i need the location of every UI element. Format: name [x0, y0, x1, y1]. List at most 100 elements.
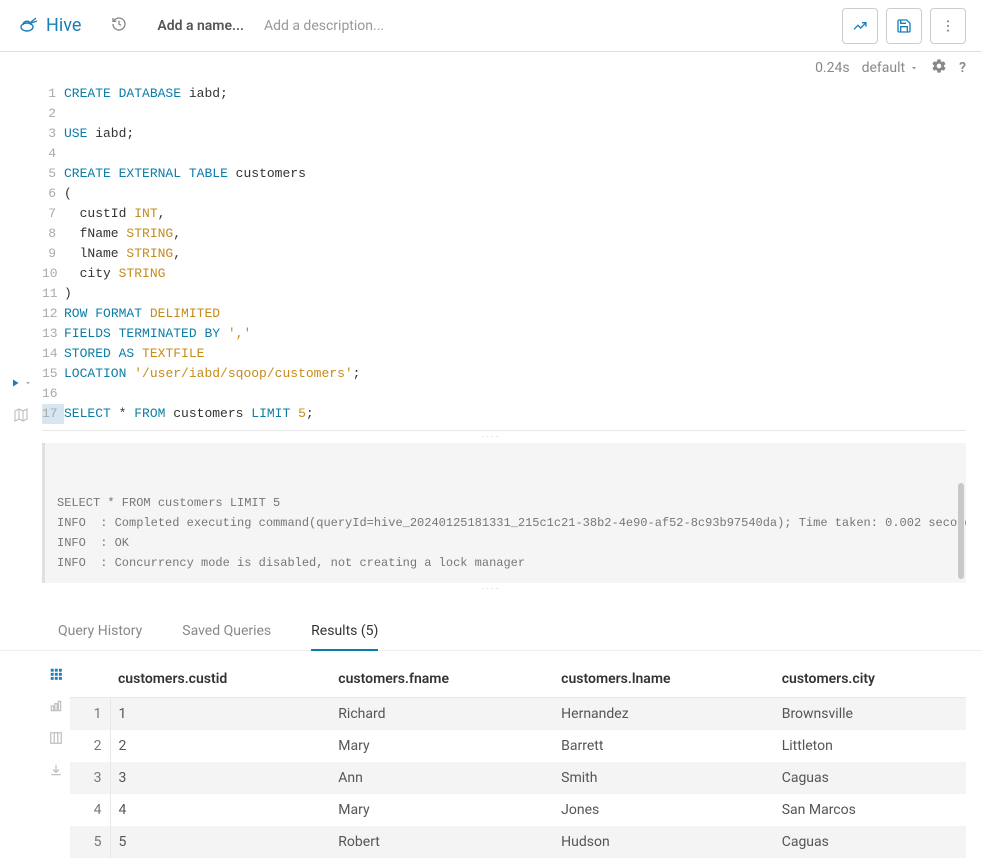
header-actions: [842, 8, 966, 44]
column-header-index[interactable]: [70, 661, 110, 698]
log-line: INFO : Completed executing command(query…: [57, 513, 954, 533]
code-line[interactable]: 3USE iabd;: [42, 124, 966, 144]
description-input[interactable]: Add a description...: [264, 18, 384, 34]
column-header[interactable]: customers.lname: [553, 661, 774, 698]
settings-icon[interactable]: [931, 58, 947, 78]
line-content: STORED AS TEXTFILE: [64, 344, 204, 364]
tab-query-history[interactable]: Query History: [58, 613, 142, 650]
results-table: customers.custidcustomers.fnamecustomers…: [70, 661, 966, 858]
tab-results[interactable]: Results (5): [311, 613, 378, 651]
code-line[interactable]: 6(: [42, 184, 966, 204]
database-selector[interactable]: default: [862, 60, 920, 76]
line-number: 4: [42, 144, 64, 164]
app-name: Hive: [46, 15, 81, 36]
execution-time: 0.24s: [815, 60, 850, 76]
table-cell: Caguas: [774, 826, 966, 858]
run-button[interactable]: [9, 377, 33, 389]
line-content: USE iabd;: [64, 124, 134, 144]
table-cell: Barrett: [553, 730, 774, 762]
line-content: CREATE EXTERNAL TABLE customers: [64, 164, 306, 184]
tab-saved-queries[interactable]: Saved Queries: [182, 613, 271, 650]
columns-icon[interactable]: [49, 731, 63, 749]
table-row[interactable]: 44MaryJonesSan Marcos: [70, 794, 966, 826]
code-line[interactable]: 13FIELDS TERMINATED BY ',': [42, 324, 966, 344]
table-row[interactable]: 11RichardHernandezBrownsville: [70, 698, 966, 731]
editor-toolbar: 0.24s default ?: [0, 52, 982, 84]
line-number: 7: [42, 204, 64, 224]
line-content: fName STRING,: [64, 224, 181, 244]
line-content: ): [64, 284, 72, 304]
line-number: 13: [42, 324, 64, 344]
history-icon[interactable]: [111, 16, 127, 36]
code-line[interactable]: 14STORED AS TEXTFILE: [42, 344, 966, 364]
code-line[interactable]: 11): [42, 284, 966, 304]
line-number: 10: [42, 264, 64, 284]
help-icon[interactable]: ?: [959, 60, 966, 76]
line-content: city STRING: [64, 264, 165, 284]
code-line[interactable]: 9 lName STRING,: [42, 244, 966, 264]
chart-button[interactable]: [842, 8, 878, 44]
column-header[interactable]: customers.fname: [330, 661, 553, 698]
line-number: 2: [42, 104, 64, 124]
table-cell: 1: [110, 698, 330, 731]
row-index: 4: [70, 794, 110, 826]
more-actions-button[interactable]: [930, 8, 966, 44]
save-button[interactable]: [886, 8, 922, 44]
table-cell: 4: [110, 794, 330, 826]
name-input[interactable]: Add a name...: [157, 18, 244, 34]
row-index: 5: [70, 826, 110, 858]
code-line[interactable]: 12ROW FORMAT DELIMITED: [42, 304, 966, 324]
line-number: 1: [42, 84, 64, 104]
code-line[interactable]: 15LOCATION '/user/iabd/sqoop/customers';: [42, 364, 966, 384]
table-cell: Mary: [330, 730, 553, 762]
code-line[interactable]: 2: [42, 104, 966, 124]
code-line[interactable]: 4: [42, 144, 966, 164]
play-icon: [9, 377, 21, 389]
line-number: 9: [42, 244, 64, 264]
vertical-resize-handle[interactable]: ····: [0, 431, 982, 443]
vertical-resize-handle[interactable]: ····: [0, 583, 982, 595]
column-header[interactable]: customers.city: [774, 661, 966, 698]
table-cell: 2: [110, 730, 330, 762]
results-panel: customers.custidcustomers.fnamecustomers…: [0, 651, 982, 868]
line-content: (: [64, 184, 72, 204]
line-number: 14: [42, 344, 64, 364]
column-header[interactable]: customers.custid: [110, 661, 330, 698]
line-content: CREATE DATABASE iabd;: [64, 84, 228, 104]
table-cell: Caguas: [774, 762, 966, 794]
code-line[interactable]: 16: [42, 384, 966, 404]
line-number: 5: [42, 164, 64, 184]
chart-view-icon[interactable]: [49, 699, 63, 717]
code-line[interactable]: 7 custId INT,: [42, 204, 966, 224]
code-line[interactable]: 10 city STRING: [42, 264, 966, 284]
grid-view-icon[interactable]: [49, 667, 63, 685]
explain-icon[interactable]: [13, 407, 29, 427]
table-cell: Littleton: [774, 730, 966, 762]
code-line[interactable]: 17SELECT * FROM customers LIMIT 5;: [42, 404, 966, 424]
editor-gutter: [0, 84, 42, 431]
table-row[interactable]: 22MaryBarrettLittleton: [70, 730, 966, 762]
code-editor[interactable]: 1CREATE DATABASE iabd;23USE iabd;45CREAT…: [42, 84, 966, 431]
log-scrollbar[interactable]: [958, 483, 964, 579]
line-number: 11: [42, 284, 64, 304]
table-cell: 3: [110, 762, 330, 794]
line-number: 15: [42, 364, 64, 384]
line-number: 17: [42, 404, 64, 424]
code-line[interactable]: 8 fName STRING,: [42, 224, 966, 244]
table-cell: Robert: [330, 826, 553, 858]
table-cell: San Marcos: [774, 794, 966, 826]
code-line[interactable]: 1CREATE DATABASE iabd;: [42, 84, 966, 104]
table-cell: Mary: [330, 794, 553, 826]
caret-down-icon: [23, 378, 33, 388]
download-icon[interactable]: [49, 763, 63, 781]
hive-icon: [16, 12, 40, 40]
code-line[interactable]: 5CREATE EXTERNAL TABLE customers: [42, 164, 966, 184]
app-logo: Hive: [16, 12, 81, 40]
app-header: Hive Add a name... Add a description...: [0, 0, 982, 52]
line-content: custId INT,: [64, 204, 165, 224]
row-index: 1: [70, 698, 110, 731]
table-row[interactable]: 33AnnSmithCaguas: [70, 762, 966, 794]
table-row[interactable]: 55RobertHudsonCaguas: [70, 826, 966, 858]
line-content: lName STRING,: [64, 244, 181, 264]
table-cell: Richard: [330, 698, 553, 731]
